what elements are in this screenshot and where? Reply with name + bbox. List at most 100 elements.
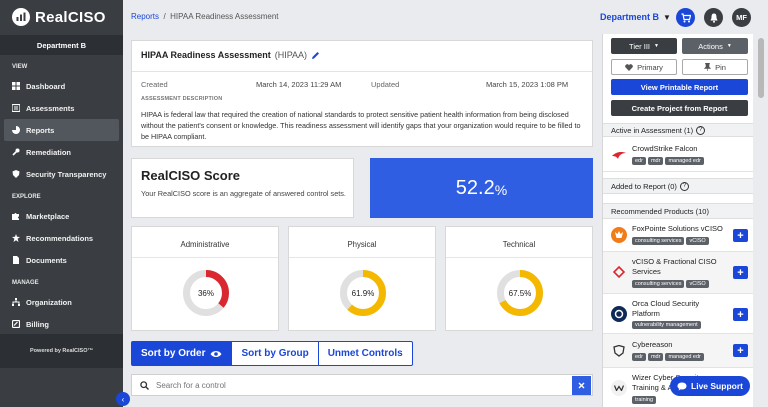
organization-icon (12, 298, 20, 306)
product-name: CrowdStrike Falcon (632, 144, 698, 153)
search-icon (132, 375, 156, 395)
live-support-button[interactable]: Live Support (670, 376, 750, 396)
user-avatar[interactable]: MF (732, 8, 751, 27)
search-input[interactable] (156, 380, 572, 390)
sidebar-item-label: Remediation (26, 147, 72, 157)
cart-icon (681, 12, 691, 22)
product-name: FoxPointe Solutions vCISO (632, 224, 723, 233)
breadcrumb-current: HIPAA Readiness Assessment (170, 12, 279, 21)
tag: managed edr (665, 157, 704, 165)
section-title: Active in Assessment (1) (611, 125, 694, 135)
tag: mdr (647, 157, 664, 165)
tag: managed edr (665, 353, 704, 361)
notifications-button[interactable] (704, 8, 723, 27)
donut-label: 36% (198, 289, 214, 298)
actions-dropdown[interactable]: Actions ▼ (682, 38, 748, 54)
add-product-button[interactable]: + (733, 308, 748, 321)
tab-unmet-controls[interactable]: Unmet Controls (318, 341, 413, 366)
sidebar-item-billing[interactable]: Billing (0, 313, 123, 335)
product-tags: edr mdr managed edr (632, 353, 704, 361)
pin-button[interactable]: Pin (682, 59, 748, 75)
foxpointe-logo-icon (611, 227, 627, 243)
brand-logo[interactable]: RealCISO (0, 0, 123, 34)
tag: edr (632, 157, 646, 165)
tab-label: Sort by Order (141, 348, 206, 359)
live-support-label: Live Support (691, 381, 743, 391)
sidebar-item-organization[interactable]: Organization (0, 291, 123, 313)
list-item[interactable]: CrowdStrike Falcon edr mdr managed edr (603, 137, 753, 172)
donut-label: 67.5% (509, 289, 532, 298)
tier-dropdown[interactable]: Tier III ▼ (611, 38, 677, 54)
help-icon[interactable]: ? (696, 125, 706, 135)
breadcrumb-reports-link[interactable]: Reports (131, 12, 159, 21)
view-printable-report-button[interactable]: View Printable Report (611, 79, 748, 95)
billing-icon (12, 320, 20, 328)
sidebar-item-security-transparency[interactable]: Security Transparency (0, 163, 123, 185)
tag: consulting services (632, 280, 685, 288)
sidebar-item-recommendations[interactable]: Recommendations (0, 227, 123, 249)
department-selector-label: Department B (600, 12, 660, 22)
sidebar-item-dashboard[interactable]: Dashboard (0, 75, 123, 97)
list-item[interactable]: Cybereason edr mdr managed edr + (603, 334, 753, 368)
sidebar-collapse-button[interactable]: ‹ (116, 392, 130, 406)
category-card-physical: Physical 61.9% (288, 226, 436, 331)
score-title: RealCISO Score (141, 168, 240, 183)
section-title: Recommended Products (10) (611, 206, 709, 216)
score-description: Your RealCISO score is an aggregate of a… (141, 189, 346, 198)
sidebar-item-remediation[interactable]: Remediation (0, 141, 123, 163)
add-product-button[interactable]: + (733, 266, 748, 279)
sidebar-item-label: Marketplace (26, 211, 70, 221)
page-scrollbar-thumb[interactable] (758, 38, 764, 98)
list-icon (12, 104, 20, 112)
caret-down-icon: ▼ (654, 43, 659, 49)
vciso-logo-icon (611, 264, 627, 280)
list-item[interactable]: vCISO & Fractional CISO Services consult… (603, 252, 753, 294)
caret-down-icon: ▼ (663, 12, 671, 22)
chevron-left-icon: ‹ (121, 394, 125, 404)
add-product-button[interactable]: + (733, 344, 748, 357)
divider (132, 71, 592, 72)
help-icon[interactable]: ? (679, 181, 689, 191)
pin-label: Pin (715, 62, 726, 72)
sidebar-department[interactable]: Department B (0, 35, 123, 55)
tab-sort-by-order[interactable]: Sort by Order (131, 341, 233, 366)
product-name: Orca Cloud Security Platform (632, 299, 700, 318)
control-search (131, 374, 593, 396)
tag: mdr (647, 353, 664, 361)
sidebar-item-label: Dashboard (26, 81, 66, 91)
sidebar-item-documents[interactable]: Documents (0, 249, 123, 271)
close-icon (578, 382, 585, 388)
cart-button[interactable] (676, 8, 695, 27)
description-label: ASSESSMENT DESCRIPTION (141, 96, 223, 102)
tag: edr (632, 353, 646, 361)
sidebar: RealCISO Department B VIEW Dashboard Ass… (0, 0, 123, 407)
clear-search-button[interactable] (572, 375, 591, 395)
topbar: Reports / HIPAA Readiness Assessment Dep… (123, 0, 768, 34)
sidebar-item-reports[interactable]: Reports (4, 119, 119, 141)
department-selector[interactable]: Department B ▼ (600, 12, 671, 22)
sidebar-item-assessments[interactable]: Assessments (0, 97, 123, 119)
sidebar-item-marketplace[interactable]: Marketplace (0, 205, 123, 227)
list-item[interactable]: FoxPointe Solutions vCISO consulting ser… (603, 219, 753, 252)
primary-button[interactable]: Primary (611, 59, 677, 75)
product-tags: training (632, 396, 657, 404)
add-product-button[interactable]: + (733, 229, 748, 242)
edit-pencil-icon[interactable] (311, 51, 320, 60)
heart-icon (625, 63, 633, 71)
sidebar-item-label: Documents (26, 255, 67, 265)
sidebar-item-label: Billing (26, 319, 49, 329)
added-to-report-header: Added to Report (0) ? (603, 178, 753, 194)
category-donut: 61.9% (340, 270, 386, 316)
tab-label: Unmet Controls (327, 348, 403, 359)
wrench-icon (12, 148, 20, 156)
breadcrumb: Reports / HIPAA Readiness Assessment (131, 12, 279, 21)
create-project-button[interactable]: Create Project from Report (611, 100, 748, 116)
crowdstrike-logo-icon (611, 147, 627, 163)
product-name: Cybereason (632, 340, 673, 349)
list-item[interactable]: Orca Cloud Security Platform vulnerabili… (603, 294, 753, 334)
score-card: RealCISO Score Your RealCISO score is an… (131, 158, 354, 218)
tag: vulnerability management (632, 321, 701, 329)
tag: consulting services (632, 237, 685, 245)
tab-sort-by-group[interactable]: Sort by Group (232, 341, 319, 366)
dashboard-icon (12, 82, 20, 90)
